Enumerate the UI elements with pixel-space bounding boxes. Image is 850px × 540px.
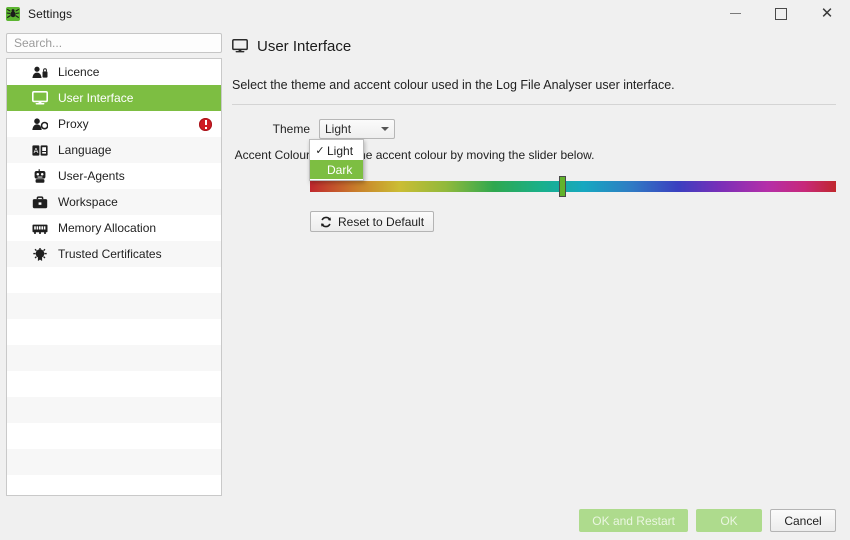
- search-input[interactable]: [6, 33, 222, 53]
- robot-icon: [31, 168, 49, 184]
- section-divider: [232, 104, 836, 105]
- window-controls: ✕: [712, 0, 850, 27]
- list-filler-row: [7, 371, 221, 397]
- page-title: User Interface: [257, 37, 352, 55]
- window-title: Settings: [28, 6, 73, 21]
- close-icon[interactable]: ✕: [804, 0, 850, 27]
- monitor-icon: [232, 39, 248, 53]
- menu-item-label: Light: [327, 143, 354, 158]
- sidebar-item-language[interactable]: A Language: [7, 137, 221, 163]
- spider-logo-icon: [5, 6, 21, 22]
- dialog-buttons: OK and Restart OK Cancel: [579, 509, 836, 532]
- reset-to-default-label: Reset to Default: [338, 214, 425, 229]
- theme-dropdown-value: Light: [325, 122, 352, 136]
- list-filler-row: [7, 423, 221, 449]
- list-filler-row: [7, 397, 221, 423]
- page-description: Select the theme and accent colour used …: [232, 78, 675, 92]
- status-badge: [199, 117, 212, 131]
- settings-window: Settings ✕ Licence: [0, 0, 850, 540]
- page-header: User Interface: [232, 33, 836, 59]
- sidebar-item-workspace[interactable]: Workspace: [7, 189, 221, 215]
- list-filler-row: [7, 267, 221, 293]
- user-key-icon: [31, 64, 49, 80]
- sidebar-item-label: Language: [58, 143, 112, 157]
- list-filler-row: [7, 293, 221, 319]
- list-filler-row: [7, 475, 221, 495]
- accent-colour-label: Accent Colour: [234, 148, 310, 162]
- certificate-icon: [31, 246, 49, 262]
- sidebar-item-label: Memory Allocation: [58, 221, 157, 235]
- briefcase-icon: [31, 194, 49, 210]
- user-shield-icon: [31, 116, 49, 132]
- menu-item-label: Dark: [327, 162, 353, 177]
- hue-gradient-track[interactable]: [310, 181, 836, 192]
- reset-to-default-button[interactable]: Reset to Default: [310, 211, 435, 232]
- sidebar-item-licence[interactable]: Licence: [7, 59, 221, 85]
- theme-dropdown[interactable]: Light: [319, 119, 395, 139]
- slider-thumb[interactable]: [558, 176, 566, 197]
- list-filler-row: [7, 449, 221, 475]
- refresh-icon: [320, 216, 332, 228]
- sidebar-item-label: User-Agents: [58, 169, 125, 183]
- svg-text:A: A: [34, 148, 39, 155]
- ok-and-restart-button[interactable]: OK and Restart: [579, 509, 688, 532]
- settings-category-list[interactable]: Licence User Interface Proxy A Language …: [6, 58, 222, 496]
- sidebar-item-label: Workspace: [58, 195, 118, 209]
- title-bar: Settings ✕: [0, 0, 850, 27]
- menu-item-light[interactable]: ✓ Light: [310, 141, 363, 160]
- list-filler-row: [7, 319, 221, 345]
- theme-dropdown-menu[interactable]: ✓ Light Dark: [309, 139, 364, 181]
- cancel-button[interactable]: Cancel: [770, 509, 836, 532]
- memory-chip-icon: [31, 220, 49, 236]
- sidebar-item-label: User Interface: [58, 91, 134, 105]
- check-icon: ✓: [315, 145, 325, 157]
- ok-button[interactable]: OK: [696, 509, 762, 532]
- sidebar-item-label: Trusted Certificates: [58, 247, 162, 261]
- translate-icon: A: [31, 142, 49, 158]
- theme-label: Theme: [272, 122, 310, 136]
- sidebar-item-memory-allocation[interactable]: Memory Allocation: [7, 215, 221, 241]
- theme-row: Theme Light: [232, 118, 836, 140]
- sidebar-item-proxy[interactable]: Proxy: [7, 111, 221, 137]
- sidebar-item-trusted-certificates[interactable]: Trusted Certificates: [7, 241, 221, 267]
- monitor-icon: [31, 90, 49, 106]
- settings-detail-panel: User Interface Select the theme and acce…: [232, 33, 836, 500]
- sidebar-item-label: Proxy: [58, 117, 89, 131]
- maximize-icon[interactable]: [758, 0, 804, 27]
- menu-item-dark[interactable]: Dark: [310, 160, 363, 179]
- minimize-icon[interactable]: [712, 0, 758, 27]
- chevron-down-icon: [381, 127, 389, 131]
- sidebar-item-label: Licence: [58, 65, 100, 79]
- sidebar-item-user-agents[interactable]: User-Agents: [7, 163, 221, 189]
- sidebar-item-user-interface[interactable]: User Interface: [7, 85, 221, 111]
- list-filler-row: [7, 345, 221, 371]
